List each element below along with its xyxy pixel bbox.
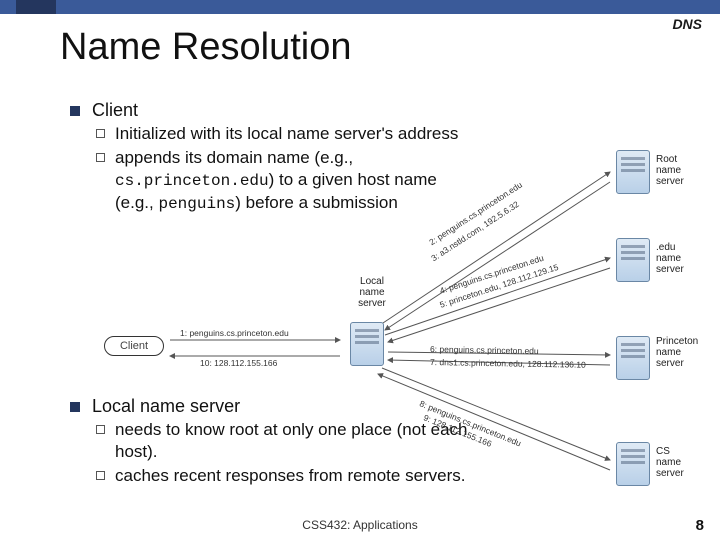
dns-resolution-diagram: Localnameserver Client Rootnameserver .e… <box>60 130 690 510</box>
msg-1: 1: penguins.cs.princeton.edu <box>180 328 289 338</box>
slide-title: Name Resolution <box>60 26 351 69</box>
slide-top-accent <box>16 0 56 14</box>
diagram-arrows <box>60 130 690 510</box>
msg-6: 6: penguins.cs.princeton.edu <box>430 344 539 356</box>
slide-footer: CSS432: Applications <box>0 518 720 532</box>
root-server-label: Rootnameserver <box>656 154 696 187</box>
edu-server-label: .edunameserver <box>656 242 696 275</box>
slide-top-bar <box>0 0 720 14</box>
msg-10: 10: 128.112.155.166 <box>200 358 277 368</box>
princeton-server-icon <box>616 336 652 384</box>
princeton-server-label: Princetonnameserver <box>656 336 710 369</box>
page-number: 8 <box>696 517 704 534</box>
edu-server-icon <box>616 238 652 286</box>
bullet-icon <box>70 106 80 116</box>
local-name-server-icon <box>350 322 386 370</box>
cs-server-icon <box>616 442 652 490</box>
local-name-server-label: Localnameserver <box>350 276 394 309</box>
header-topic: DNS <box>672 16 702 32</box>
cs-server-label: CSnameserver <box>656 446 696 479</box>
bullet-client-label: Client <box>92 100 138 121</box>
root-server-icon <box>616 150 652 198</box>
client-node: Client <box>104 336 164 356</box>
